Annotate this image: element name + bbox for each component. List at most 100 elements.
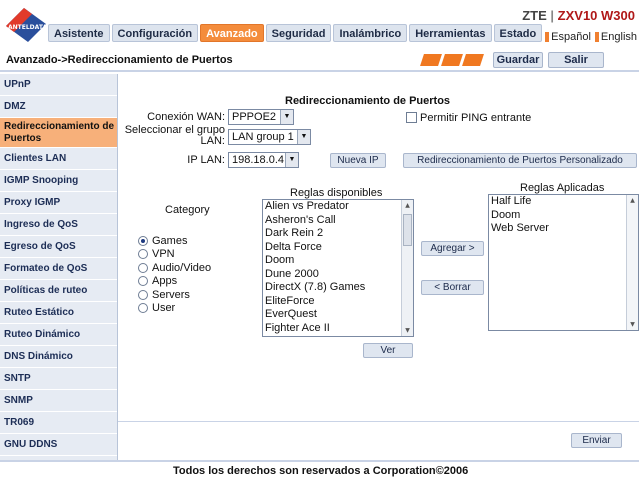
view-button[interactable]: Ver xyxy=(363,343,413,358)
sidebar-item-redireccionamiento-de-puertos[interactable]: Redireccionamiento de Puertos xyxy=(0,118,117,148)
lang-espanol[interactable]: Español xyxy=(545,31,591,43)
tab-asistente[interactable]: Asistente xyxy=(48,24,110,42)
radio-user[interactable]: User xyxy=(138,302,211,316)
new-ip-button[interactable]: Nueva IP xyxy=(330,153,386,168)
exit-button[interactable]: Salir xyxy=(548,52,604,68)
ip-value: 198.18.0.4 xyxy=(232,154,284,166)
radio-label: Games xyxy=(152,234,188,247)
scroll-thumb[interactable] xyxy=(403,214,412,246)
sidebar-item-clientes-lan[interactable]: Clientes LAN xyxy=(0,148,117,170)
list-item[interactable]: EverQuest xyxy=(263,308,413,322)
sidebar-item-gnu-ddns[interactable]: GNU DDNS xyxy=(0,434,117,456)
anteldata-logo: ANTELDATA xyxy=(6,8,47,42)
scroll-up-icon[interactable]: ▲ xyxy=(402,200,413,211)
wan-select[interactable]: PPPOE2 ▼ xyxy=(228,109,294,125)
wan-label: Conexión WAN: xyxy=(147,111,225,123)
radio-servers[interactable]: Servers xyxy=(138,288,211,302)
list-item[interactable]: Dark Rein 2 xyxy=(263,227,413,241)
radio-label: User xyxy=(152,302,176,315)
radio-button[interactable] xyxy=(138,262,148,273)
ip-select[interactable]: 198.18.0.4 ▼ xyxy=(228,152,299,168)
page-title: Redireccionamiento de Puertos xyxy=(285,95,451,107)
sidebar-item-egreso-de-qos[interactable]: Egreso de QoS xyxy=(0,236,117,258)
brand-zte: ZTE xyxy=(522,8,547,23)
sidebar-item-snmp[interactable]: SNMP xyxy=(0,390,117,412)
footer: Todos los derechos son reservados a Corp… xyxy=(0,460,639,485)
language-selector: Español English xyxy=(545,31,637,43)
list-item[interactable]: Half Life xyxy=(489,195,638,209)
radio-button[interactable] xyxy=(138,276,148,287)
sidebar-item-dmz[interactable]: DMZ xyxy=(0,96,117,118)
radio-vpn[interactable]: VPN xyxy=(138,248,211,262)
top-header: ANTELDATA Asistente Configuración Avanzado… xyxy=(0,0,639,50)
list-item[interactable]: Doom xyxy=(489,209,638,223)
sidebar-item-igmp-snooping[interactable]: IGMP Snooping xyxy=(0,170,117,192)
list-item[interactable]: Dune 2000 xyxy=(263,268,413,282)
list-item[interactable]: Web Server xyxy=(489,222,638,236)
tab-inalambrico[interactable]: Inalámbrico xyxy=(333,24,408,42)
list-item[interactable]: Fighter Ace II xyxy=(263,322,413,336)
tab-avanzado[interactable]: Avanzado xyxy=(200,24,264,42)
lan-group-select[interactable]: LAN group 1 ▼ xyxy=(228,129,311,145)
list-item[interactable]: Alien vs Predator xyxy=(263,200,413,214)
sidebar: UPnP DMZ Redireccionamiento de Puertos Clie… xyxy=(0,74,118,460)
save-button[interactable]: Guardar xyxy=(493,52,543,68)
sidebar-item-ruteo-estatico[interactable]: Ruteo Estático xyxy=(0,302,117,324)
list-item[interactable]: Doom xyxy=(263,254,413,268)
available-rules-list[interactable]: Alien vs Predator Asheron's Call Dark Rein… xyxy=(262,199,414,337)
radio-button[interactable] xyxy=(138,235,148,246)
sidebar-item-proxy-igmp[interactable]: Proxy IGMP xyxy=(0,192,117,214)
add-button[interactable]: Agregar > xyxy=(421,241,484,256)
tab-estado[interactable]: Estado xyxy=(493,24,543,42)
sidebar-item-upnp[interactable]: UPnP xyxy=(0,74,117,96)
radio-games[interactable]: Games xyxy=(138,234,211,248)
custom-forwarding-button[interactable]: Redireccionamiento de Puertos Personaliz… xyxy=(403,153,637,168)
radio-button[interactable] xyxy=(138,303,148,314)
main-panel: Redireccionamiento de Puertos Conexión W… xyxy=(118,74,639,460)
radio-button[interactable] xyxy=(138,289,148,300)
radio-apps[interactable]: Apps xyxy=(138,275,211,289)
breadcrumb: Avanzado->Redireccionamiento de Puertos xyxy=(6,54,233,66)
tab-seguridad[interactable]: Seguridad xyxy=(265,24,332,42)
sidebar-item-ruteo-dinamico[interactable]: Ruteo Dinámico xyxy=(0,324,117,346)
available-rules-label: Reglas disponibles xyxy=(290,187,383,199)
group-label-line2: LAN: xyxy=(200,135,225,147)
sidebar-item-tr069[interactable]: TR069 xyxy=(0,412,117,434)
list-item[interactable]: Delta Force xyxy=(263,241,413,255)
ping-checkbox[interactable] xyxy=(406,112,417,123)
radio-label: Servers xyxy=(152,288,190,301)
scroll-down-icon[interactable]: ▼ xyxy=(627,319,638,330)
sidebar-item-sntp[interactable]: SNTP xyxy=(0,368,117,390)
brand-model: ZXV10 W300 xyxy=(557,8,635,23)
remove-button[interactable]: < Borrar xyxy=(421,280,484,295)
sidebar-item-ingreso-de-qos[interactable]: Ingreso de QoS xyxy=(0,214,117,236)
list-item[interactable]: DirectX (7.8) Games xyxy=(263,281,413,295)
applied-rules-list[interactable]: Half Life Doom Web Server ▲ ▼ xyxy=(488,194,639,331)
list-item[interactable]: EliteForce xyxy=(263,295,413,309)
send-button[interactable]: Enviar xyxy=(571,433,622,448)
tab-herramientas[interactable]: Herramientas xyxy=(409,24,492,42)
lang-label: Español xyxy=(551,31,591,43)
tab-configuracion[interactable]: Configuración xyxy=(111,24,199,42)
divider xyxy=(118,421,639,422)
list-item[interactable]: Asheron's Call xyxy=(263,214,413,228)
sidebar-item-formateo-de-qos[interactable]: Formateo de QoS xyxy=(0,258,117,280)
main-nav: Asistente Configuración Avanzado Seguridad I… xyxy=(48,24,543,42)
radio-label: Apps xyxy=(152,275,178,288)
available-rules-items: Alien vs Predator Asheron's Call Dark Rein… xyxy=(263,200,413,335)
sidebar-item-politicas-de-ruteo[interactable]: Políticas de ruteo xyxy=(0,280,117,302)
radio-audio-video[interactable]: Audio/Video xyxy=(138,261,211,275)
logo-text: ANTELDATA xyxy=(8,24,47,31)
chevron-down-icon: ▼ xyxy=(280,110,293,124)
scroll-up-icon[interactable]: ▲ xyxy=(627,195,638,206)
scrollbar[interactable]: ▲ ▼ xyxy=(401,200,413,336)
radio-button[interactable] xyxy=(138,249,148,260)
breadcrumb-bar: Avanzado->Redireccionamiento de Puertos … xyxy=(0,50,639,72)
scrollbar[interactable]: ▲ ▼ xyxy=(626,195,638,330)
sidebar-item-dns-dinamico[interactable]: DNS Dinámico xyxy=(0,346,117,368)
scroll-down-icon[interactable]: ▼ xyxy=(402,325,413,336)
lang-english[interactable]: English xyxy=(594,31,637,43)
copyright-text: Todos los derechos son reservados a Corp… xyxy=(173,465,469,477)
lang-label: English xyxy=(600,31,637,43)
chevron-down-icon: ▼ xyxy=(297,130,310,144)
